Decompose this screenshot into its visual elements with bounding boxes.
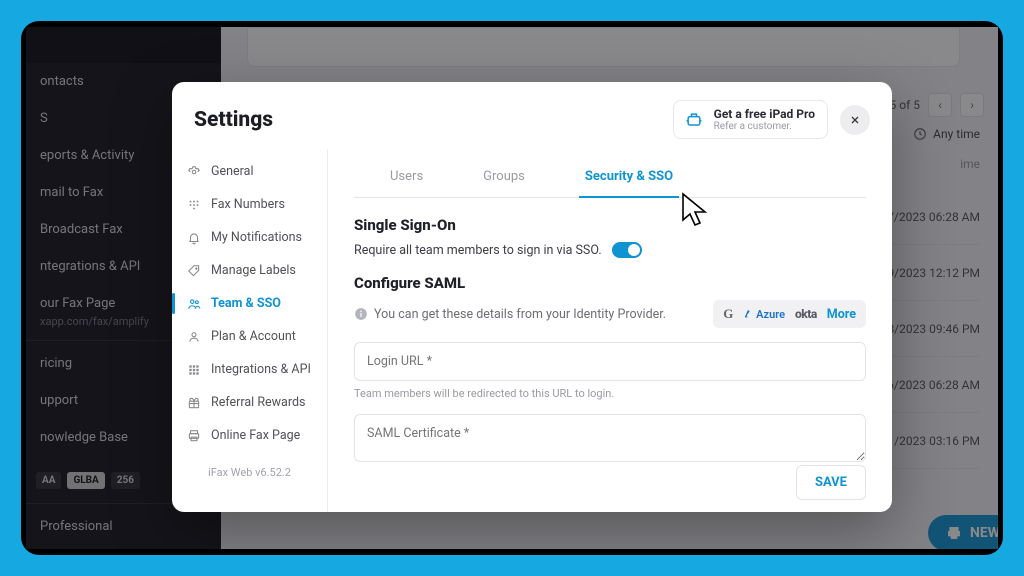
settings-modal: Settings Get a free iPad Pro Refer a cus… bbox=[172, 82, 892, 512]
sso-require-label: Require all team members to sign in via … bbox=[354, 243, 602, 258]
people-icon bbox=[186, 296, 201, 311]
settings-sidebar: General Fax Numbers My Notifications Man… bbox=[172, 149, 328, 512]
sidebar-item-label: Referral Rewards bbox=[211, 395, 305, 410]
sso-toggle[interactable] bbox=[612, 242, 642, 258]
sidebar-item-label: Manage Labels bbox=[211, 263, 296, 278]
sso-heading: Single Sign-On bbox=[354, 216, 866, 234]
ipad-promo-title: Get a free iPad Pro bbox=[714, 107, 815, 121]
info-icon bbox=[354, 307, 368, 321]
sidebar-item-team-sso[interactable]: Team & SSO bbox=[172, 287, 327, 320]
tabs: Users Groups Security & SSO bbox=[354, 159, 866, 198]
tab-users[interactable]: Users bbox=[384, 159, 429, 197]
sidebar-item-label: Fax Numbers bbox=[211, 197, 285, 212]
grid-icon bbox=[186, 362, 201, 377]
version-label: iFax Web v6.52.2 bbox=[172, 452, 327, 493]
sidebar-item-integrations[interactable]: Integrations & API bbox=[172, 353, 327, 386]
sidebar-item-label: General bbox=[211, 164, 254, 179]
user-icon bbox=[186, 329, 201, 344]
more-providers-link[interactable]: More bbox=[827, 307, 856, 322]
login-url-input[interactable] bbox=[354, 342, 866, 381]
save-button[interactable]: SAVE bbox=[796, 465, 866, 500]
tab-security-sso[interactable]: Security & SSO bbox=[579, 159, 679, 198]
saml-heading: Configure SAML bbox=[354, 274, 866, 292]
printer-icon bbox=[186, 428, 201, 443]
sidebar-item-label: Integrations & API bbox=[211, 362, 311, 377]
tab-groups[interactable]: Groups bbox=[477, 159, 531, 197]
google-icon: G bbox=[723, 306, 733, 322]
login-url-hint: Team members will be redirected to this … bbox=[354, 387, 866, 400]
gear-icon bbox=[186, 164, 201, 179]
sidebar-item-labels[interactable]: Manage Labels bbox=[172, 254, 327, 287]
sidebar-item-label: My Notifications bbox=[211, 230, 302, 245]
dialpad-icon bbox=[186, 197, 201, 212]
okta-label: okta bbox=[795, 307, 817, 321]
gift-icon bbox=[186, 395, 201, 410]
ipad-promo[interactable]: Get a free iPad Pro Refer a customer. bbox=[673, 100, 828, 139]
settings-content: Users Groups Security & SSO Single Sign-… bbox=[328, 149, 892, 512]
saml-info: You can get these details from your Iden… bbox=[354, 307, 666, 322]
azure-icon bbox=[743, 309, 753, 319]
bell-icon bbox=[186, 230, 201, 245]
azure-label: Azure bbox=[743, 308, 785, 321]
sidebar-item-online-fax[interactable]: Online Fax Page bbox=[172, 419, 327, 452]
saml-cert-input[interactable] bbox=[354, 414, 866, 462]
close-icon bbox=[849, 114, 861, 126]
ipad-promo-subtitle: Refer a customer. bbox=[714, 121, 815, 132]
sidebar-item-notifications[interactable]: My Notifications bbox=[172, 221, 327, 254]
sidebar-item-fax-numbers[interactable]: Fax Numbers bbox=[172, 188, 327, 221]
close-button[interactable] bbox=[840, 105, 870, 135]
tag-icon bbox=[186, 263, 201, 278]
sidebar-item-general[interactable]: General bbox=[172, 155, 327, 188]
sidebar-item-label: Online Fax Page bbox=[211, 428, 300, 443]
modal-title: Settings bbox=[194, 108, 273, 132]
robot-icon bbox=[684, 110, 704, 130]
sidebar-item-label: Plan & Account bbox=[211, 329, 296, 344]
sidebar-item-plan-account[interactable]: Plan & Account bbox=[172, 320, 327, 353]
sidebar-item-label: Team & SSO bbox=[211, 296, 281, 311]
provider-box: G Azure okta More bbox=[713, 300, 866, 328]
sidebar-item-referral[interactable]: Referral Rewards bbox=[172, 386, 327, 419]
